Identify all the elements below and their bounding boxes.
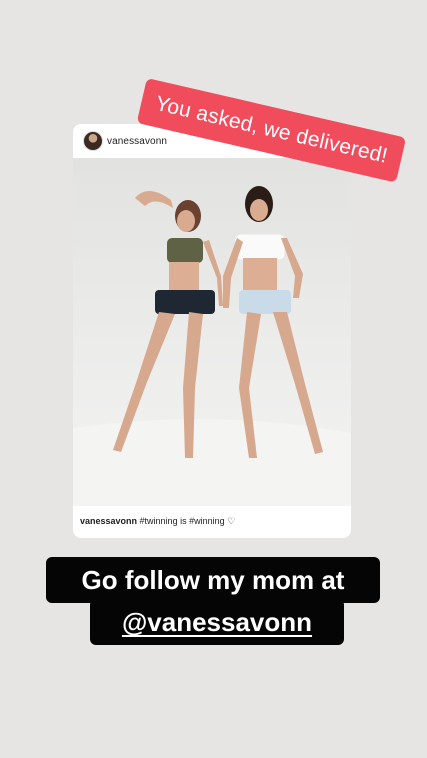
person-left — [113, 190, 223, 458]
caption-text: #twinning is #winning ♡ — [139, 516, 236, 526]
avatar[interactable] — [83, 131, 103, 151]
mention-link[interactable]: @vanessavonn — [122, 607, 312, 637]
post-photo — [73, 158, 351, 506]
post-caption: vanessavonn #twinning is #winning ♡ — [80, 516, 235, 527]
story-text-line1: Go follow my mom at — [46, 557, 380, 603]
post-username[interactable]: vanessavonn — [107, 136, 167, 147]
shared-post-card[interactable]: vanessavonn vanessavonn #twinning is #wi… — [73, 124, 351, 538]
person-right — [223, 186, 323, 458]
caption-username[interactable]: vanessavonn — [80, 516, 137, 526]
photo-illustration — [73, 186, 351, 506]
story-text-line2[interactable]: @vanessavonn — [90, 599, 344, 645]
story-text-1: Go follow my mom at — [81, 565, 345, 595]
